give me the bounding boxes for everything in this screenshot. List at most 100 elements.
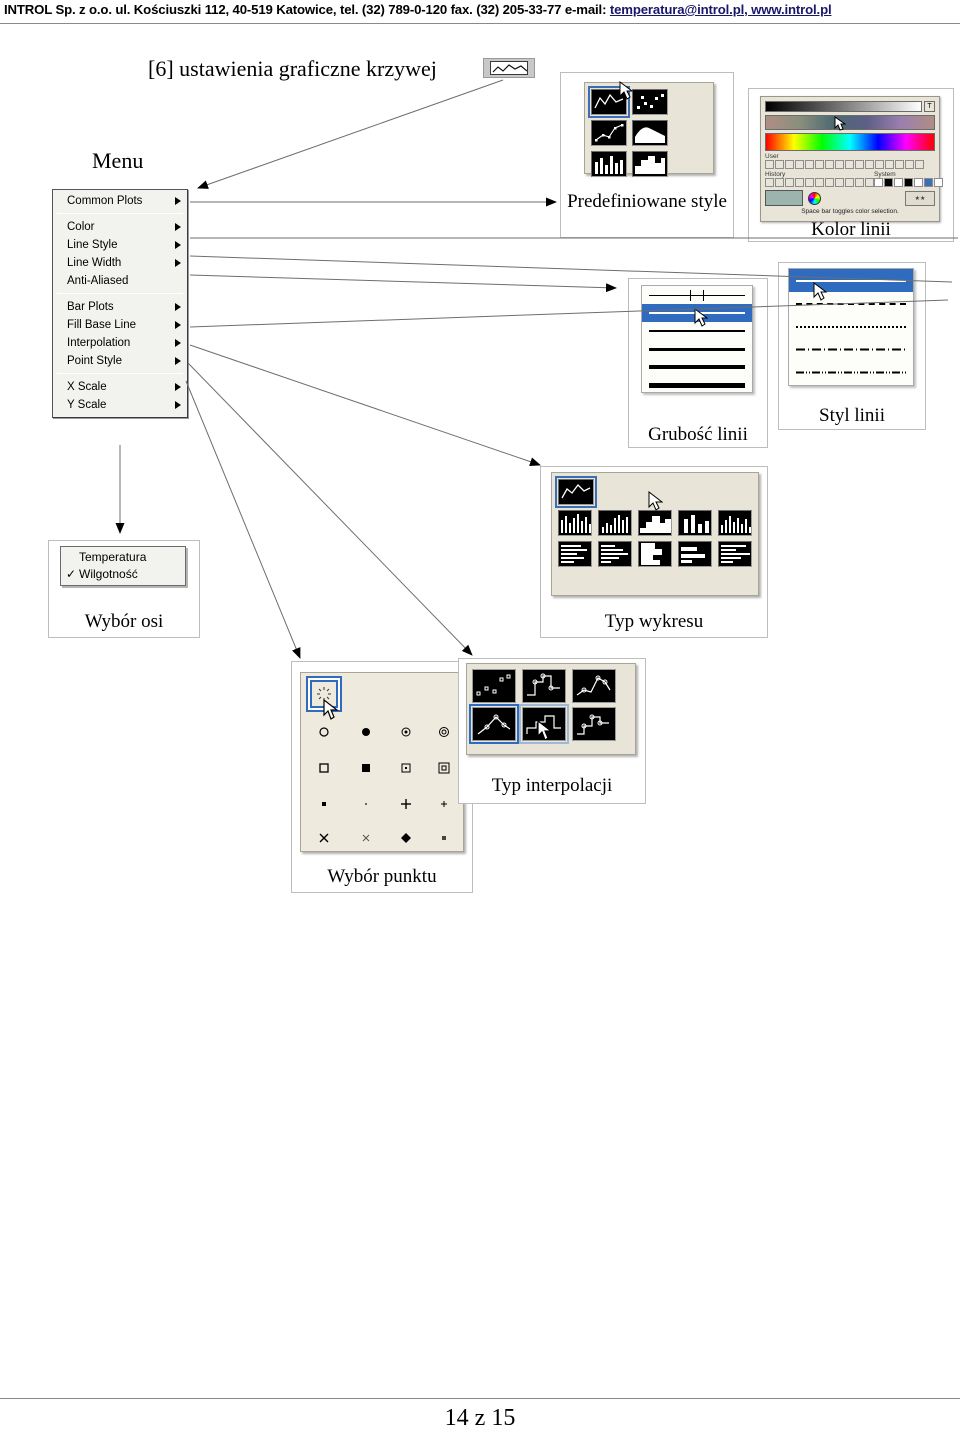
user-swatch[interactable] [875, 160, 884, 169]
user-swatch[interactable] [795, 160, 804, 169]
area-plot-icon[interactable] [632, 120, 668, 146]
history-swatch[interactable] [795, 178, 804, 187]
step-hv-icon[interactable] [572, 707, 616, 741]
menu-item-y-scale[interactable]: Y Scale [53, 396, 187, 414]
transparent-toggle-button[interactable]: T [924, 101, 935, 112]
menu-item-color[interactable]: Color [53, 218, 187, 236]
point-marker-square-dot[interactable] [389, 751, 423, 785]
line-style-option-dash-dot[interactable] [789, 338, 913, 361]
user-swatch[interactable] [915, 160, 924, 169]
hbar-chart-icon-1[interactable] [558, 541, 592, 567]
axis-select-menu[interactable]: Temperatura ✓ Wilgotność [60, 546, 186, 586]
system-swatch[interactable] [884, 178, 893, 187]
system-swatch-row[interactable] [874, 178, 943, 187]
line-chart-icon[interactable] [555, 476, 597, 508]
user-swatch[interactable] [765, 160, 774, 169]
grayscale-bar[interactable] [765, 101, 922, 112]
user-swatch[interactable] [905, 160, 914, 169]
user-swatch[interactable] [865, 160, 874, 169]
history-swatch[interactable] [835, 178, 844, 187]
system-swatch[interactable] [894, 178, 903, 187]
point-marker-circle-filled[interactable] [349, 715, 383, 749]
axis-item-wilgotnosc[interactable]: ✓ Wilgotność [61, 566, 185, 583]
menu-item-point-style[interactable]: Point Style [53, 352, 187, 370]
step-plot-icon[interactable] [632, 151, 668, 177]
context-menu[interactable]: Common Plots Color Line Style Line Width… [52, 189, 188, 418]
harea-chart-icon[interactable] [638, 541, 672, 567]
user-swatch[interactable] [785, 160, 794, 169]
point-marker-dot-square[interactable] [427, 821, 461, 855]
point-marker-plus-small[interactable] [427, 787, 461, 821]
linear-icon[interactable] [469, 704, 519, 744]
varea-chart-icon[interactable] [638, 510, 672, 536]
point-marker-cross[interactable] [307, 821, 341, 855]
user-swatch[interactable] [775, 160, 784, 169]
hbar-chart-icon-3[interactable] [678, 541, 712, 567]
line-width-option-selected[interactable] [642, 304, 752, 322]
line-width-panel[interactable] [641, 285, 753, 393]
point-marker-cross-small[interactable] [349, 821, 383, 855]
line-width-option[interactable] [642, 340, 752, 358]
line-style-option-solid[interactable] [789, 269, 913, 292]
point-marker-circle-open[interactable] [307, 715, 341, 749]
color-picker-panel[interactable]: T User History System ★★ Space bar toggl… [760, 96, 943, 222]
color-wheel-icon[interactable] [808, 191, 821, 205]
system-swatch[interactable] [904, 178, 913, 187]
line-width-option[interactable] [642, 376, 752, 394]
history-swatch-row[interactable] [765, 178, 874, 187]
history-swatch[interactable] [805, 178, 814, 187]
curve-settings-toolbar-button[interactable] [483, 58, 535, 78]
menu-item-bar-plots[interactable]: Bar Plots [53, 298, 187, 316]
history-swatch[interactable] [815, 178, 824, 187]
vbar-chart-icon-1[interactable] [558, 510, 592, 536]
menu-item-x-scale[interactable]: X Scale [53, 378, 187, 396]
scatter-plot-icon[interactable] [632, 89, 668, 115]
menu-item-line-style[interactable]: Line Style [53, 236, 187, 254]
vbar-chart-icon-2[interactable] [598, 510, 632, 536]
history-swatch[interactable] [845, 178, 854, 187]
history-swatch[interactable] [765, 178, 774, 187]
predefined-styles-panel[interactable] [584, 81, 714, 177]
line-style-option-dotted[interactable] [789, 315, 913, 338]
vbar-chart-icon-4[interactable] [718, 510, 752, 536]
line-plot-icon[interactable] [588, 86, 630, 118]
point-marker-diamond[interactable] [389, 821, 423, 855]
company-email-link[interactable]: temperatura@introl.pl, www.introl.pl [610, 2, 832, 17]
point-marker-square-ring[interactable] [427, 751, 461, 785]
menu-item-fill-base-line[interactable]: Fill Base Line [53, 316, 187, 334]
history-swatch[interactable] [785, 178, 794, 187]
user-swatch-row[interactable] [765, 160, 935, 169]
menu-item-interpolation[interactable]: Interpolation [53, 334, 187, 352]
user-swatch[interactable] [885, 160, 894, 169]
user-swatch[interactable] [835, 160, 844, 169]
line-width-option[interactable] [642, 286, 752, 304]
step-mid-icon[interactable] [522, 669, 566, 703]
point-marker-square-small[interactable] [307, 787, 341, 821]
user-swatch[interactable] [895, 160, 904, 169]
line-style-panel[interactable] [788, 268, 914, 386]
step-stair-icon[interactable] [519, 704, 569, 744]
point-style-panel[interactable] [300, 672, 464, 852]
history-swatch[interactable] [825, 178, 834, 187]
points-only-icon[interactable] [472, 669, 516, 703]
menu-item-anti-aliased[interactable]: Anti-Aliased [53, 272, 187, 290]
user-swatch[interactable] [815, 160, 824, 169]
point-marker-dot-tiny[interactable] [349, 787, 383, 821]
system-swatch[interactable] [934, 178, 943, 187]
scatter-line-plot-icon[interactable] [591, 120, 627, 146]
step-peak-icon[interactable] [572, 669, 616, 703]
line-style-option-dashed[interactable] [789, 282, 913, 315]
vbar-chart-icon-3[interactable] [678, 510, 712, 536]
bar-plot-icon[interactable] [591, 151, 627, 177]
user-swatch[interactable] [845, 160, 854, 169]
point-marker-circle-dot[interactable] [389, 715, 423, 749]
system-swatch[interactable] [924, 178, 933, 187]
menu-item-line-width[interactable]: Line Width [53, 254, 187, 272]
line-width-option[interactable] [642, 322, 752, 340]
user-swatch[interactable] [855, 160, 864, 169]
history-swatch[interactable] [865, 178, 874, 187]
point-marker-none[interactable] [306, 676, 342, 712]
history-swatch[interactable] [855, 178, 864, 187]
user-swatch[interactable] [805, 160, 814, 169]
grayscale-gradient-row[interactable]: T [765, 101, 935, 112]
